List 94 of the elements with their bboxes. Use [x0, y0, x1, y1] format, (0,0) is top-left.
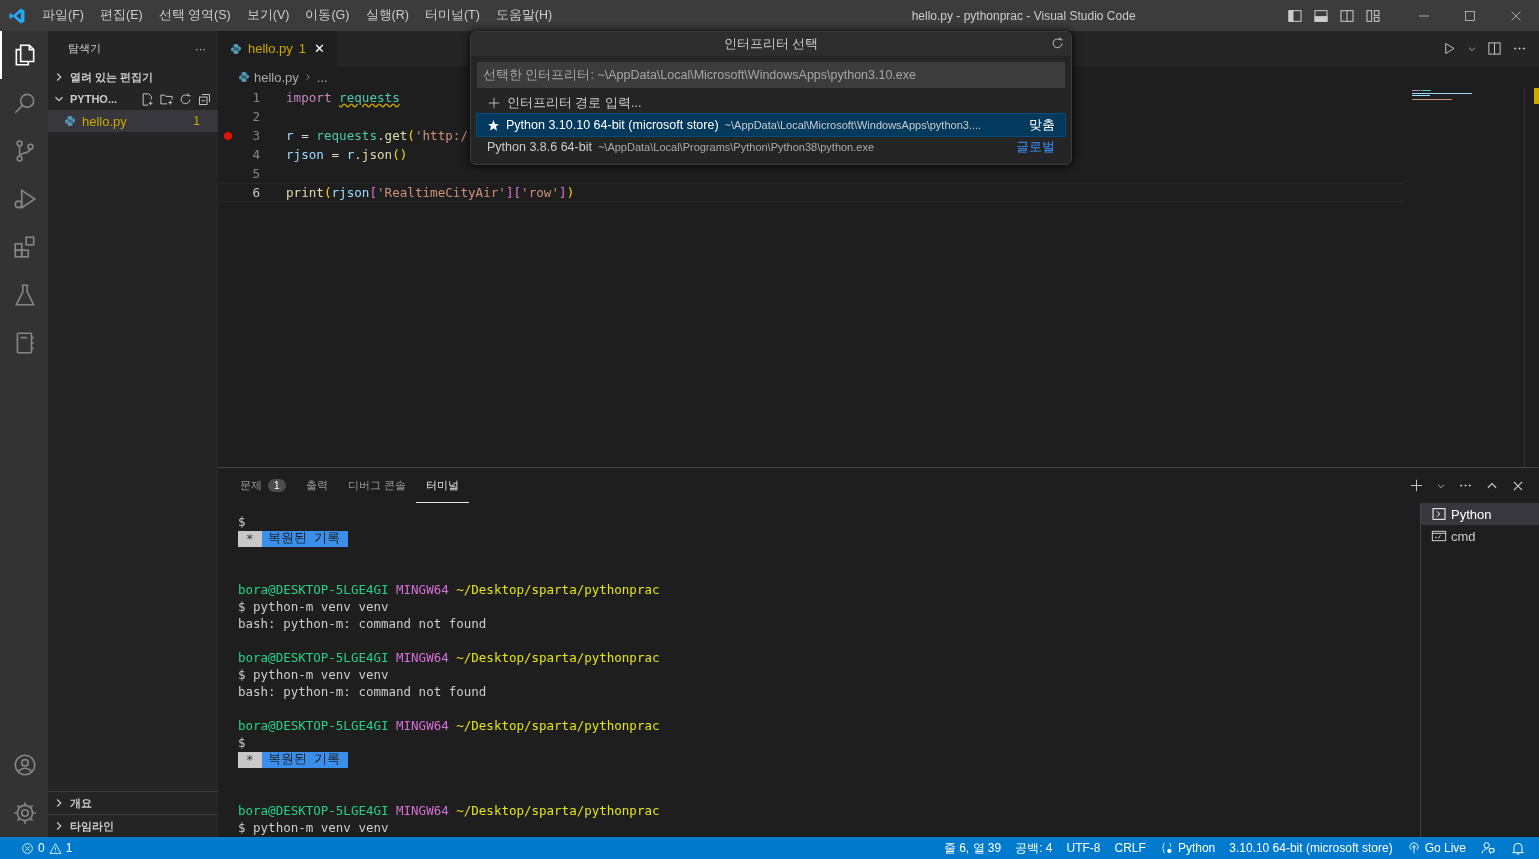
sidebar-title: 탐색기 [68, 41, 101, 56]
quick-pick-item[interactable]: 인터프리터 경로 입력... [477, 92, 1065, 114]
minimap-drawing [1412, 90, 1472, 100]
refresh-icon[interactable] [1050, 36, 1065, 51]
broadcast-icon[interactable] [1406, 841, 1421, 855]
collapse-all-icon[interactable] [197, 91, 212, 107]
terminal-line: $ python-m venv venv [238, 598, 390, 615]
breakpoint-icon[interactable] [224, 131, 232, 140]
bell-icon[interactable] [1510, 840, 1526, 856]
customize-layout-icon[interactable] [1365, 7, 1381, 24]
run-debug-icon[interactable] [12, 186, 38, 212]
menu-item[interactable]: 파일(F) [34, 7, 92, 24]
code-line: print(rjson['RealtimeCityAir']['row']) [286, 185, 575, 200]
status-item[interactable]: 줄 6, 열 39 [936, 839, 1009, 857]
dialog-title: 인터프리터 선택 [723, 35, 819, 53]
terminal-line: $ [238, 513, 247, 530]
toggle-secondary-sidebar-icon[interactable] [1339, 7, 1355, 24]
panel-tab[interactable]: 문제 1 [230, 468, 296, 503]
status-item[interactable]: Python [1152, 841, 1223, 855]
menu-item[interactable]: 이동(G) [297, 7, 358, 24]
refresh-icon[interactable] [178, 91, 193, 107]
terminal-icon [1431, 506, 1447, 522]
terminal-list-item[interactable]: cmd [1421, 525, 1539, 547]
line-number: 5 [251, 166, 260, 181]
line-number: 6 [251, 185, 260, 200]
python-file-icon [238, 71, 250, 83]
terminal-line: $ python-m venv venv [238, 819, 390, 836]
plus-icon [487, 96, 501, 110]
terminal-line: bash: python-m: command not found [238, 683, 488, 700]
error-icon [21, 841, 34, 855]
quick-pick-item[interactable]: Python 3.8.6 64-bit ~\AppData\Local\Programs\Python\Python38\python.exe 글로벌 [477, 136, 1065, 158]
section-header[interactable]: 개요 [48, 791, 218, 814]
code-line: r = requests.get('http:/ [286, 128, 469, 143]
menu-item[interactable]: 실행(R) [357, 7, 417, 24]
feedback-icon[interactable] [1480, 840, 1496, 856]
line-number: 3 [251, 128, 260, 143]
status-item[interactable]: UTF-8 [1059, 841, 1108, 855]
account-icon[interactable] [12, 752, 38, 778]
toggle-panel-icon[interactable] [1313, 7, 1329, 24]
section-header[interactable]: 열려 있는 편집기 [48, 66, 218, 88]
toggle-sidebar-icon[interactable] [1287, 7, 1303, 24]
braces-icon[interactable] [1159, 841, 1174, 855]
menu-item[interactable]: 보기(V) [238, 7, 298, 24]
terminal-line: $ [238, 734, 247, 751]
interpreter-search-field[interactable]: 선택한 인터프리터: ~\AppData\Local\Microsoft\WindowsApps\python3.10.exe [477, 62, 1065, 88]
python-file-icon [64, 115, 76, 127]
status-item[interactable]: Go Live [1399, 841, 1473, 855]
terminal-line: bash: python-m: command not found [238, 615, 488, 632]
terminal-prompt: bora@DESKTOP-5LGE4GI MINGW64 ~/Desktop/sparta/pythonprac [238, 803, 660, 818]
terminal-prompt: bora@DESKTOP-5LGE4GI MINGW64 ~/Desktop/sparta/pythonprac [238, 650, 660, 665]
run-icon[interactable] [1442, 41, 1457, 56]
terminal-prompt: bora@DESKTOP-5LGE4GI MINGW64 ~/Desktop/sparta/pythonprac [238, 718, 660, 733]
flask-icon[interactable] [12, 282, 38, 308]
more-actions-button[interactable]: ··· [195, 42, 206, 55]
panel-tab[interactable]: 출력 [295, 468, 338, 503]
vscode-logo-icon [8, 6, 26, 25]
window-title: hello.py - pythonprac - Visual Studio Code [910, 8, 1137, 23]
warning-marker [1534, 88, 1539, 104]
menu-item[interactable]: 선택 영역(S) [150, 7, 239, 24]
new-file-icon[interactable] [140, 91, 155, 107]
warning-icon [48, 841, 62, 855]
terminal-list-item[interactable]: Python [1421, 503, 1539, 525]
code-line: import requests [286, 90, 400, 105]
menu-item[interactable]: 편집(E) [91, 7, 151, 24]
menu-item[interactable]: 터미널(T) [416, 7, 488, 24]
terminal-line: $ python-m venv venv [238, 666, 390, 683]
status-item[interactable]: CRLF [1107, 841, 1153, 855]
editor-tab[interactable]: hello.py 1 ✕ [218, 31, 338, 66]
restored-history-label: 복원된 기록 [261, 530, 349, 547]
status-item[interactable]: 3.10.10 64-bit (microsoft store) [1222, 841, 1400, 855]
restored-marker: * [238, 751, 262, 768]
restored-history-label: 복원된 기록 [261, 751, 349, 768]
file-item[interactable]: hello.py 1 [48, 110, 218, 132]
quick-pick-item[interactable]: Python 3.10.10 64-bit (microsoft store) ~\AppData\Local\Microsoft\WindowsApps\python3.... 맞춤 [477, 114, 1065, 136]
python-file-icon [230, 42, 242, 55]
split-editor-icon[interactable] [1487, 41, 1502, 56]
panel-tab[interactable]: 디버그 콘솔 [337, 468, 416, 503]
restored-marker: * [238, 530, 262, 547]
panel-tab[interactable]: 터미널 [415, 468, 469, 503]
cmd-icon [1431, 528, 1447, 544]
terminal-prompt: bora@DESKTOP-5LGE4GI MINGW64 ~/Desktop/sparta/pythonprac [238, 582, 660, 597]
line-number: 2 [251, 109, 260, 124]
breadcrumb-item[interactable]: ... [316, 69, 328, 85]
problems-status[interactable]: 0 1 [14, 841, 80, 855]
new-terminal-icon[interactable] [1409, 478, 1424, 493]
breadcrumb-item[interactable]: hello.py [254, 69, 299, 85]
new-folder-icon[interactable] [159, 91, 174, 107]
line-number: 4 [251, 147, 260, 162]
status-item[interactable]: 공백: 4 [1008, 839, 1060, 857]
settings-icon[interactable] [12, 800, 38, 826]
line-number: 1 [251, 90, 260, 105]
menu-item[interactable]: 도움말(H) [487, 7, 561, 24]
section-header[interactable]: PYTHO... [48, 88, 218, 110]
code-line: rjson = r.json() [286, 147, 408, 162]
